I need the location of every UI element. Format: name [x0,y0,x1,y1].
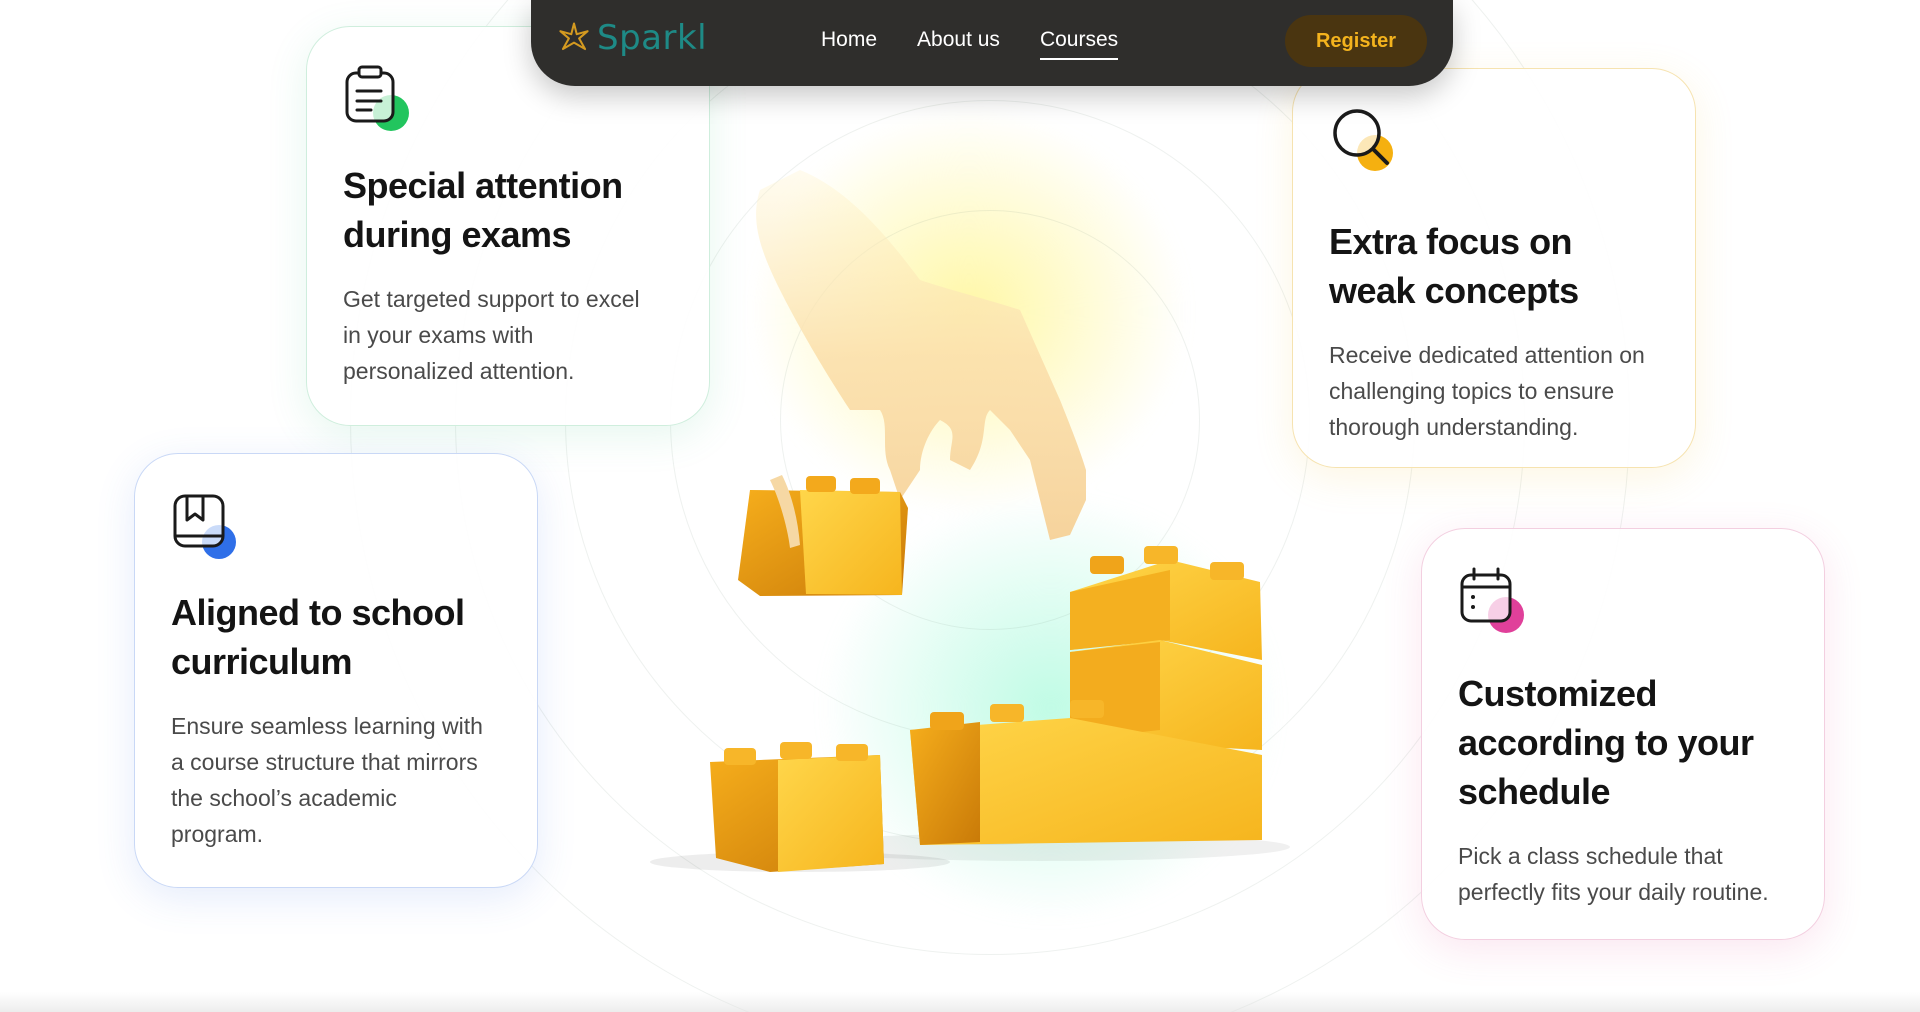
held-block [738,476,908,596]
register-button[interactable]: Register [1285,15,1427,67]
card-title-line: weak concepts [1329,270,1579,311]
card-title-line: Customized [1458,673,1658,714]
card-description: Receive dedicated attention on challengi… [1329,337,1659,445]
card-title: Customized according to your schedule [1458,669,1788,816]
card-title: Extra focus on weak concepts [1329,217,1659,315]
card-title-line: during exams [343,214,572,255]
card-description-line: Receive dedicated attention on [1329,342,1645,368]
clipboard-icon [345,65,409,131]
brand-logo[interactable]: Sparkl [557,18,707,58]
card-description-line: thorough understanding. [1329,414,1579,440]
card-description-line: Get targeted support to excel [343,286,640,312]
nav-link-home[interactable]: Home [821,28,877,60]
card-description-line: in your exams with [343,322,534,348]
feature-card-weak-concepts: Extra focus on weak concepts Receive ded… [1292,68,1696,468]
card-description-line: Pick a class schedule that [1458,843,1723,869]
bottom-fade [0,992,1920,1012]
card-description-line: a course structure that mirrors [171,749,478,775]
top-navbar: Sparkl Home About us Courses Register [531,0,1453,86]
card-description-line: personalized attention. [343,358,575,384]
card-description-line: challenging topics to ensure [1329,378,1615,404]
floor-block-left [710,742,884,872]
card-title-line: curriculum [171,641,353,682]
nav-link-about-us[interactable]: About us [917,28,1000,60]
feature-card-schedule: Customized according to your schedule Pi… [1421,528,1825,940]
card-title-line: schedule [1458,771,1611,812]
card-title: Special attention during exams [343,161,673,259]
calendar-icon [1460,567,1524,633]
card-description-line: Ensure seamless learning with [171,713,483,739]
magnifier-icon [1333,109,1393,171]
card-description-line: the school’s academic [171,785,397,811]
card-description: Ensure seamless learning with a course s… [171,708,501,852]
feature-card-exams: Special attention during exams Get targe… [306,26,710,426]
nav-link-courses[interactable]: Courses [1039,28,1119,60]
card-description-line: perfectly fits your daily routine. [1458,879,1769,905]
card-title-line: Special attention [343,165,623,206]
card-title-line: Extra focus on [1329,221,1573,262]
card-title: Aligned to school curriculum [171,588,501,686]
card-description: Pick a class schedule that perfectly fit… [1458,838,1788,910]
card-title-line: Aligned to school [171,592,465,633]
card-description-line: program. [171,821,264,847]
sparkl-star-icon [559,22,589,51]
card-title-line: according to your [1458,722,1754,763]
feature-card-curriculum: Aligned to school curriculum Ensure seam… [134,453,538,888]
card-description: Get targeted support to excel in your ex… [343,281,673,389]
hand-placing-blocks-illustration [650,170,1290,872]
brand-name: Sparkl [597,18,708,58]
nav-links: Home About us Courses [821,28,1158,60]
book-icon [173,494,236,559]
page: Sparkl Home About us Courses Register Sp… [0,0,1920,1012]
